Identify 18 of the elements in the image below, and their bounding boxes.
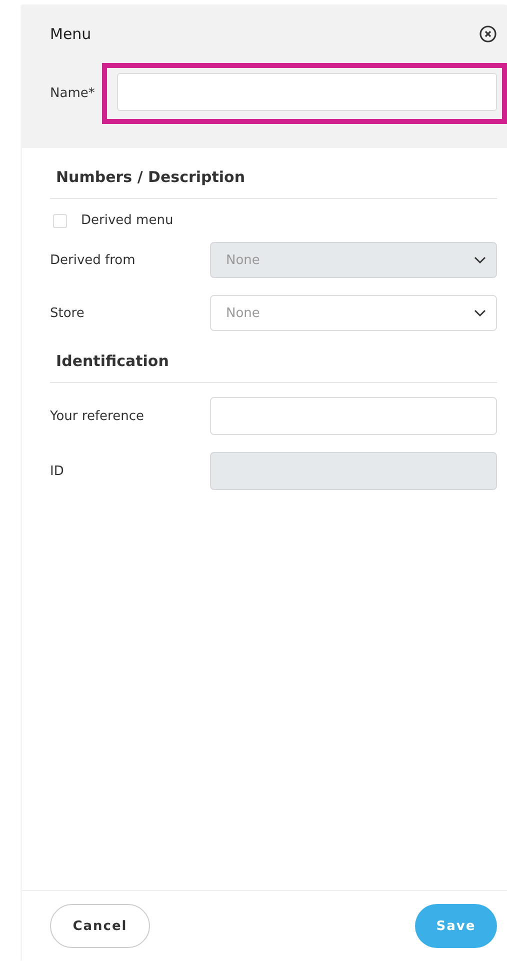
dialog-title: Menu — [50, 25, 92, 43]
save-button[interactable]: Save — [415, 904, 497, 948]
text-field[interactable] — [210, 397, 497, 435]
chevron-down-icon — [474, 309, 486, 317]
field-label: Name* — [50, 86, 96, 101]
name-field[interactable] — [117, 73, 497, 111]
field-label: Store — [50, 306, 86, 320]
checkbox-label: Derived menu — [81, 213, 174, 228]
close-icon[interactable] — [479, 25, 497, 43]
cancel-button[interactable]: Cancel — [50, 904, 150, 948]
dropdown[interactable]: None — [210, 295, 497, 331]
field-label: Derived from — [50, 252, 136, 268]
section-heading: Numbers / Description — [50, 164, 497, 199]
checkbox[interactable] — [53, 214, 67, 228]
field-label: Your reference — [50, 408, 145, 424]
section-heading: Identification — [50, 348, 497, 383]
chevron-down-icon — [474, 256, 486, 264]
field-label: ID — [50, 464, 65, 478]
